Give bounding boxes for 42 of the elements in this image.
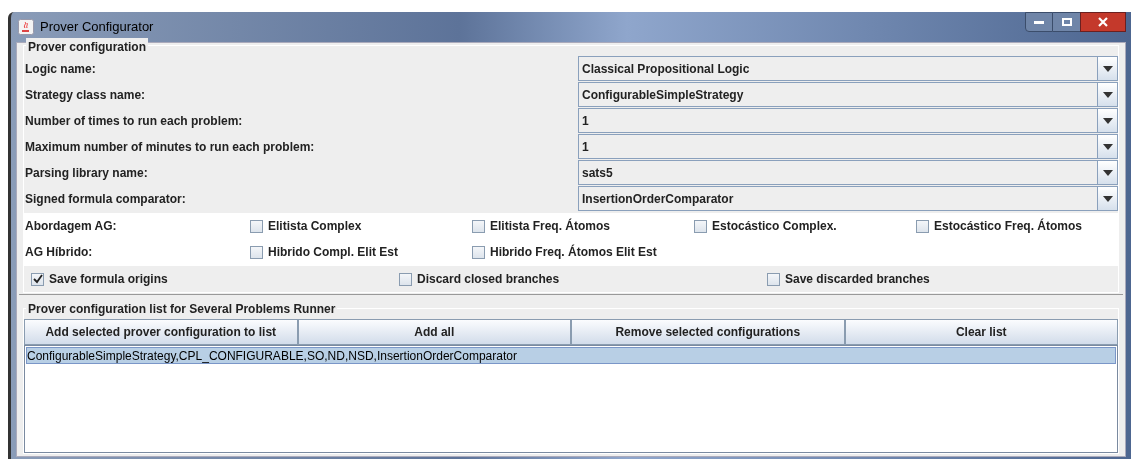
dropdown[interactable]: InsertionOrderComparator	[578, 186, 1118, 211]
row-label: Abordagem AG:	[24, 218, 118, 235]
checkbox[interactable]: Hibrido Compl. Elit Est	[250, 243, 472, 261]
caret-icon	[1102, 195, 1113, 202]
dropdown[interactable]: Classical Propositional Logic	[578, 56, 1118, 81]
field-label: Logic name:	[24, 61, 97, 78]
checkbox[interactable]: Save formula origins	[24, 270, 392, 288]
caret-icon	[1102, 169, 1113, 176]
field-label: Number of times to run each problem:	[24, 113, 244, 130]
field-label: Parsing library name:	[24, 165, 149, 182]
field-label: Strategy class name:	[24, 87, 147, 104]
checkbox[interactable]: Estocástico Complex.	[694, 217, 916, 235]
dropdown[interactable]: 1	[578, 134, 1118, 159]
checkbox[interactable]: Hibrido Freq. Átomos Elit Est	[472, 243, 694, 261]
checkbox[interactable]: Elitista Complex	[250, 217, 472, 235]
checkbox[interactable]: Elitista Freq. Átomos	[472, 217, 694, 235]
dropdown[interactable]: ConfigurableSimpleStrategy	[578, 82, 1118, 107]
checkbox[interactable]: Estocástico Freq. Átomos	[916, 217, 1131, 235]
toolbar-button[interactable]: Clear list	[844, 319, 1118, 345]
group-title: Prover configuration	[26, 38, 148, 56]
checkbox[interactable]: Discard closed branches	[392, 270, 760, 288]
caret-icon	[1102, 65, 1113, 72]
check-icon	[32, 274, 43, 284]
checkbox[interactable]: Save discarded branches	[760, 270, 1128, 288]
row-label: AG Híbrido:	[24, 244, 94, 261]
toolbar-button[interactable]: Remove selected configurations	[571, 319, 845, 345]
list-item[interactable]: ConfigurableSimpleStrategy,CPL_CONFIGURABLE,SO,ND,NSD,InsertionOrderComparator	[26, 347, 1116, 364]
window-title: Prover Configurator	[40, 18, 154, 37]
java-cup-icon	[18, 19, 34, 35]
caret-icon	[1102, 143, 1113, 150]
close-icon	[1098, 17, 1108, 27]
caret-icon	[1102, 117, 1113, 124]
toolbar-button[interactable]: Add selected prover configuration to list	[24, 319, 298, 345]
toolbar-button[interactable]: Add all	[297, 319, 571, 345]
field-label: Maximum number of minutes to run each problem:	[24, 139, 316, 156]
dropdown[interactable]: sats5	[578, 160, 1118, 185]
maximize-button[interactable]	[1053, 12, 1080, 32]
field-label: Signed formula comparator:	[24, 191, 187, 208]
dropdown[interactable]: 1	[578, 108, 1118, 133]
caret-icon	[1102, 91, 1113, 98]
close-button[interactable]	[1080, 12, 1126, 32]
minimize-button[interactable]	[1025, 12, 1053, 32]
